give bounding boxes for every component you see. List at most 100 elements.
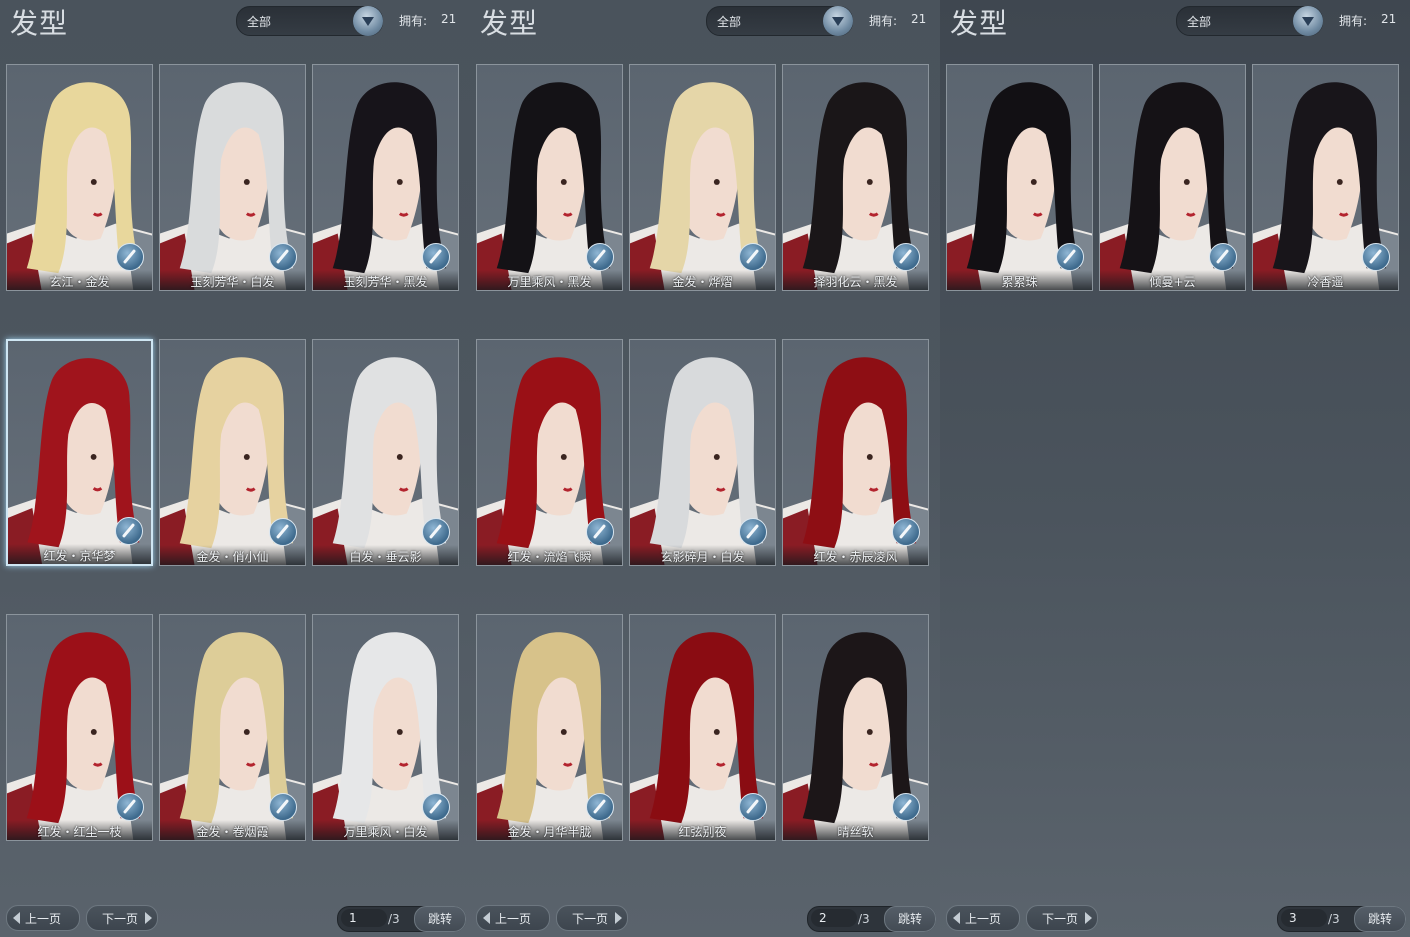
hairstyle-panel-page-2: 发型 全部 拥有: 21 万里乘风・黑发 金发・烨熠 择羽化云・黑发 红发・流焰飞瞬玄… [470,0,940,937]
hairstyle-name: 玄江・金发 [7,270,152,290]
hairstyle-card[interactable]: 红发・京华梦 [6,339,153,566]
hairstyle-name: 万里乘风・黑发 [477,270,622,290]
hairstyle-card[interactable]: 倾曼+云 [1099,64,1246,291]
page-number-input[interactable] [1281,909,1327,927]
jump-button[interactable]: 跳转 [884,906,936,932]
prev-page-label: 上一页 [495,912,532,926]
dye-brush-icon[interactable] [115,517,143,545]
hairstyle-name: 万里乘风・白发 [313,820,458,840]
page-jump-control: /3 跳转 [1277,906,1406,932]
dye-brush-icon[interactable] [739,518,767,546]
filter-dropdown[interactable]: 全部 [706,6,853,36]
chevron-right-icon [1085,912,1092,924]
hairstyle-panels: 发型 全部 拥有: 21 玄江・金发 玉刻芳华・白发 玉刻芳华・黑发 红发・京华梦 金发… [0,0,1410,937]
next-page-button[interactable]: 下一页 [556,905,628,931]
filter-dropdown[interactable]: 全部 [1176,6,1323,36]
dye-brush-icon[interactable] [269,793,297,821]
next-page-label: 下一页 [1042,912,1079,926]
hairstyle-card[interactable]: 玄影碎月・白发 [629,339,776,566]
next-page-label: 下一页 [572,912,609,926]
hairstyle-card[interactable]: 金发・俏小仙 [159,339,306,566]
filter-value: 全部 [247,15,272,29]
page-total: /3 [1328,912,1340,926]
hairstyle-name: 金发・卷烟霞 [160,820,305,840]
hairstyle-name: 玉刻芳华・白发 [160,270,305,290]
chevron-down-icon[interactable] [823,6,853,36]
hairstyle-panel-page-3: 发型 全部 拥有: 21 累累珠倾曼+云冷香遥 上一页 下一页 /3 跳转 [940,0,1410,937]
dye-brush-icon[interactable] [586,793,614,821]
dye-brush-icon[interactable] [1362,243,1390,271]
prev-page-button[interactable]: 上一页 [946,905,1020,931]
chevron-down-icon[interactable] [353,6,383,36]
hairstyle-card[interactable]: 金发・烨熠 [629,64,776,291]
page-total: /3 [858,912,870,926]
next-page-label: 下一页 [102,912,139,926]
dye-brush-icon[interactable] [422,518,450,546]
jump-button[interactable]: 跳转 [414,906,466,932]
hairstyle-card[interactable]: 玄江・金发 [6,64,153,291]
prev-page-label: 上一页 [25,912,62,926]
owned-count: 21 [1381,12,1397,26]
hairstyle-name: 金发・月华半胧 [477,820,622,840]
hairstyle-card[interactable]: 金发・月华半胧 [476,614,623,841]
panel-title: 发型 [480,7,539,40]
hairstyle-card[interactable]: 冷香遥 [1252,64,1399,291]
hairstyle-name: 红弦别夜 [630,820,775,840]
dye-brush-icon[interactable] [116,793,144,821]
panel-title: 发型 [950,7,1009,40]
jump-button[interactable]: 跳转 [1354,906,1406,932]
dye-brush-icon[interactable] [892,518,920,546]
dye-brush-icon[interactable] [739,243,767,271]
dye-brush-icon[interactable] [892,793,920,821]
dye-brush-icon[interactable] [739,793,767,821]
chevron-down-icon[interactable] [1293,6,1323,36]
dye-brush-icon[interactable] [269,243,297,271]
hairstyle-card[interactable]: 金发・卷烟霞 [159,614,306,841]
dye-brush-icon[interactable] [116,243,144,271]
page-number-input[interactable] [811,909,857,927]
hairstyle-card[interactable]: 红弦别夜 [629,614,776,841]
hairstyle-name: 冷香遥 [1253,270,1398,290]
hairstyle-card[interactable]: 万里乘风・黑发 [476,64,623,291]
filter-value: 全部 [717,15,742,29]
dye-brush-icon[interactable] [586,243,614,271]
hairstyle-card[interactable]: 红发・红尘一枝 [6,614,153,841]
hairstyle-name: 金发・俏小仙 [160,545,305,565]
hairstyle-card[interactable]: 红发・赤辰凌风 [782,339,929,566]
next-page-button[interactable]: 下一页 [86,905,158,931]
hairstyle-card[interactable]: 累累珠 [946,64,1093,291]
hairstyle-card[interactable]: 玉刻芳华・白发 [159,64,306,291]
hairstyle-card[interactable]: 择羽化云・黑发 [782,64,929,291]
dye-brush-icon[interactable] [892,243,920,271]
prev-page-button[interactable]: 上一页 [476,905,550,931]
hairstyle-name: 累累珠 [947,270,1092,290]
page-number-input[interactable] [341,909,387,927]
hairstyle-card[interactable]: 白发・垂云影 [312,339,459,566]
hairstyle-name: 红发・红尘一枝 [7,820,152,840]
hairstyle-card[interactable]: 红发・流焰飞瞬 [476,339,623,566]
dye-brush-icon[interactable] [422,793,450,821]
filter-dropdown[interactable]: 全部 [236,6,383,36]
chevron-left-icon [953,912,960,924]
hairstyle-card[interactable]: 晴丝软 [782,614,929,841]
filter-value: 全部 [1187,15,1212,29]
hairstyle-name: 红发・京华梦 [8,544,151,564]
prev-page-button[interactable]: 上一页 [6,905,80,931]
dye-brush-icon[interactable] [586,518,614,546]
hairstyle-name: 玉刻芳华・黑发 [313,270,458,290]
hairstyle-name: 倾曼+云 [1100,270,1245,290]
hairstyle-name: 金发・烨熠 [630,270,775,290]
next-page-button[interactable]: 下一页 [1026,905,1098,931]
dye-brush-icon[interactable] [422,243,450,271]
hairstyle-card[interactable]: 玉刻芳华・黑发 [312,64,459,291]
page-jump-control: /3 跳转 [807,906,936,932]
dye-brush-icon[interactable] [1209,243,1237,271]
page-total: /3 [388,912,400,926]
owned-label: 拥有: [869,14,898,28]
chevron-left-icon [13,912,20,924]
hairstyle-card[interactable]: 万里乘风・白发 [312,614,459,841]
prev-page-label: 上一页 [965,912,1002,926]
dye-brush-icon[interactable] [269,518,297,546]
dye-brush-icon[interactable] [1056,243,1084,271]
hairstyle-name: 红发・赤辰凌风 [783,545,928,565]
